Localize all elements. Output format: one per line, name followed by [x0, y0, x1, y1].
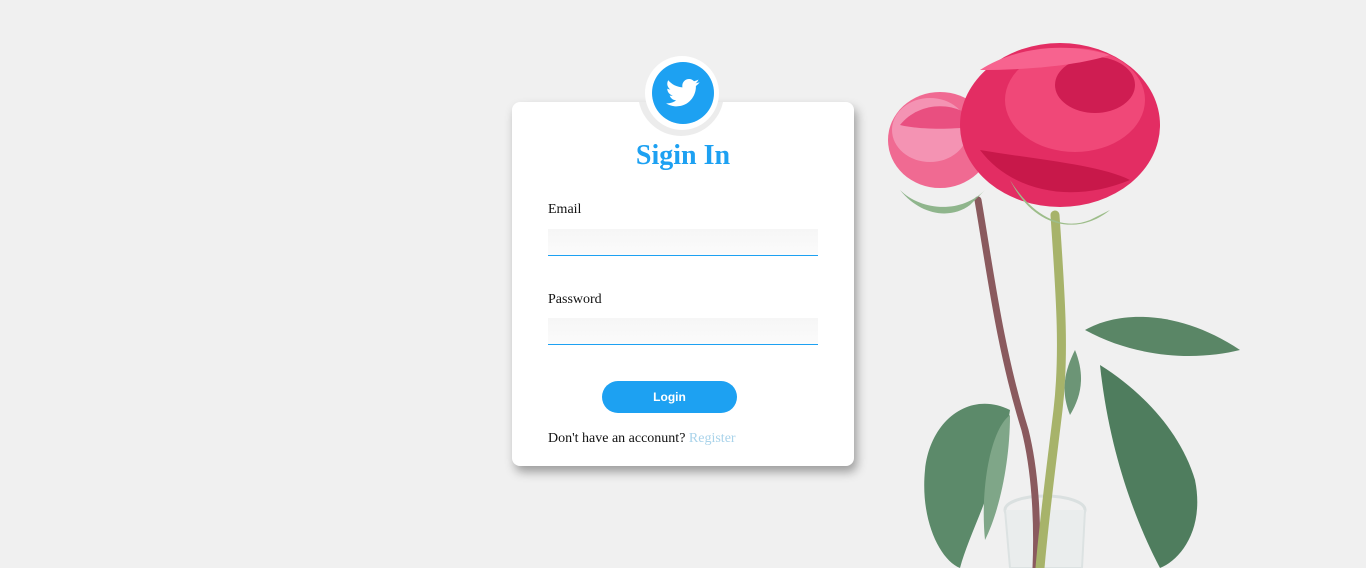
register-link[interactable]: Register [689, 431, 736, 446]
page: Sigin In Email Password Login Don't have… [0, 0, 1366, 568]
twitter-bird-icon [652, 62, 714, 124]
login-button[interactable]: Login [602, 381, 737, 413]
email-field[interactable] [548, 229, 818, 256]
leaf-mid [1064, 350, 1082, 415]
rose-front [960, 43, 1160, 225]
email-label: Email [548, 202, 582, 217]
leaf-bottom-right [1100, 365, 1198, 568]
register-line: Don't have an acconunt? Register [548, 431, 736, 447]
page-title: Sigin In [635, 140, 731, 171]
register-prompt: Don't have an acconunt? [548, 431, 686, 446]
rose-illustration [888, 43, 1240, 568]
password-label: Password [548, 292, 602, 307]
leaf-right [1085, 316, 1240, 356]
password-field[interactable] [548, 318, 818, 345]
